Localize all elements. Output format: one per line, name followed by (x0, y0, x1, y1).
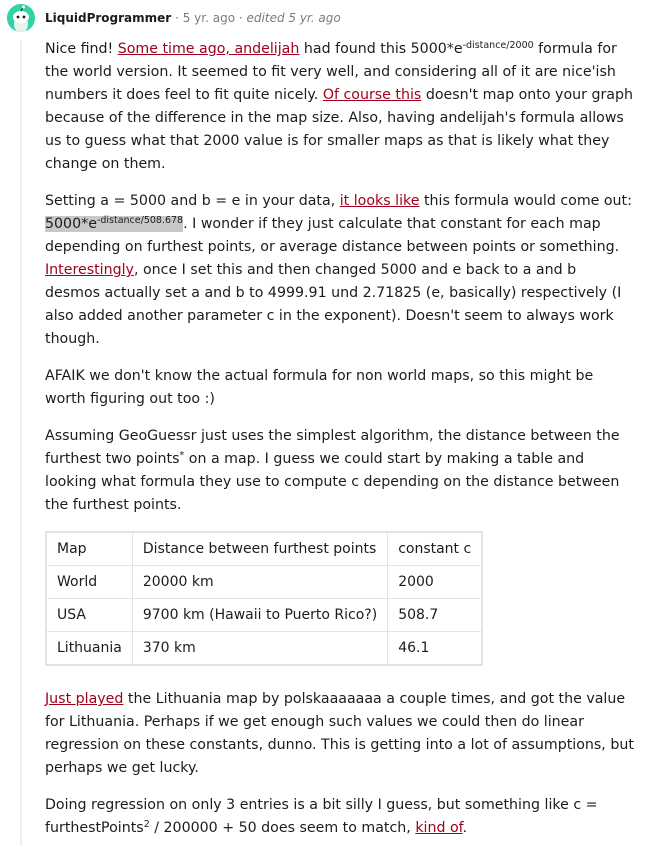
comment-body: Nice find! Some time ago, andelijah had … (45, 38, 635, 854)
paragraph: Assuming GeoGuessr just uses the simples… (45, 428, 620, 513)
table-header-row: Map Distance between furthest points con… (45, 531, 483, 566)
table-cell: Lithuania (45, 631, 133, 666)
comment-meta: LiquidProgrammer · 5 yr. ago · edited 5 … (45, 11, 341, 25)
table-cell: 20000 km (131, 565, 389, 599)
table-cell: 46.1 (387, 631, 483, 666)
table-header: Distance between furthest points (131, 531, 389, 566)
highlighted-formula: 5000*e-distance/508.678 (45, 215, 184, 232)
table-cell: USA (45, 598, 133, 632)
edited-label: edited 5 yr. ago (246, 11, 341, 25)
link-just-played[interactable]: Just played (45, 691, 123, 707)
constants-table: Map Distance between furthest points con… (45, 531, 484, 666)
table-row: Lithuania 370 km 46.1 (45, 631, 483, 666)
table-cell: World (45, 565, 133, 599)
snoo-avatar-icon (7, 4, 35, 32)
link-interestingly[interactable]: Interestingly (45, 262, 134, 278)
table-cell: 9700 km (Hawaii to Puerto Rico?) (131, 598, 389, 632)
table-row: World 20000 km 2000 (45, 565, 483, 599)
paragraph: Just played the Lithuania map by polskaa… (45, 691, 634, 776)
link-of-course-this[interactable]: Of course this (323, 87, 422, 103)
table-header: constant c (387, 531, 483, 566)
comment-age[interactable]: 5 yr. ago (183, 11, 235, 25)
author-username[interactable]: LiquidProgrammer (45, 11, 171, 25)
table-header: Map (45, 531, 133, 566)
table-row: USA 9700 km (Hawaii to Puerto Rico?) 508… (45, 598, 483, 632)
meta-separator: · (175, 11, 179, 25)
paragraph: Nice find! Some time ago, andelijah had … (45, 40, 633, 172)
table-cell: 370 km (131, 631, 389, 666)
paragraph: Doing regression on only 3 entries is a … (45, 797, 598, 836)
link-andelijah[interactable]: Some time ago, andelijah (118, 41, 300, 57)
paragraph: AFAIK we don't know the actual formula f… (45, 368, 594, 407)
link-it-looks-like[interactable]: it looks like (340, 193, 420, 209)
meta-separator: · (238, 11, 243, 25)
table-cell: 508.7 (387, 598, 483, 632)
link-kind-of[interactable]: kind of (415, 820, 462, 836)
thread-line[interactable] (20, 40, 22, 846)
avatar[interactable] (7, 4, 35, 32)
superscript: -distance/2000 (462, 40, 534, 51)
table-cell: 2000 (387, 565, 483, 599)
comment-header: LiquidProgrammer · 5 yr. ago · edited 5 … (0, 0, 663, 40)
paragraph: Setting a = 5000 and b = e in your data,… (45, 193, 632, 347)
